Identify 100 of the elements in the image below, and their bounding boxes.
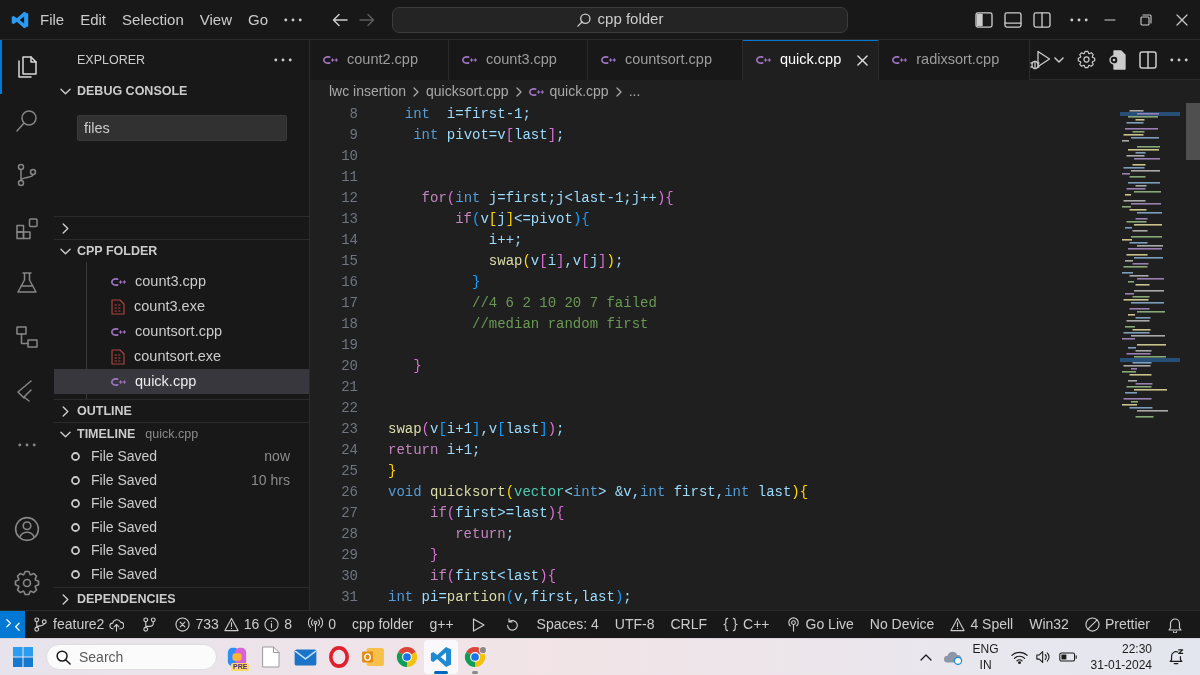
line-number: 25 (340, 462, 358, 481)
encoding-status[interactable]: UTF-8 (606, 611, 663, 638)
run-debug-button[interactable] (1030, 49, 1065, 70)
breadcrumb-item[interactable]: lwc insertion (329, 81, 407, 102)
taskbar-app-button[interactable] (424, 640, 458, 674)
file-tree-item[interactable]: countsort.cpp (54, 319, 309, 344)
binary-file-icon (111, 348, 125, 365)
timeline-entry-label[interactable]: File Saved (91, 446, 158, 468)
editor-tab[interactable]: count3.cpp (448, 40, 588, 80)
play-icon[interactable] (471, 617, 485, 632)
more-icon[interactable] (1070, 17, 1088, 22)
play-bug-icon (1030, 49, 1052, 70)
live-server-status[interactable]: Go Live (777, 611, 862, 638)
ports-status[interactable]: 0 (300, 611, 344, 638)
menu-item[interactable]: Edit (72, 7, 115, 32)
document-gear-icon[interactable] (1109, 49, 1127, 70)
settings-icon[interactable] (14, 570, 40, 596)
file-tree-item[interactable]: count3.exe (54, 294, 309, 319)
wifi-icon[interactable] (1010, 650, 1028, 664)
menu-item[interactable]: Selection (114, 7, 192, 32)
code-line: if(first>=last){ (430, 504, 565, 523)
timeline-entry-label[interactable]: File Saved (91, 540, 158, 562)
timeline-entry-label[interactable]: File Saved (91, 563, 158, 585)
speaker-icon[interactable] (1035, 650, 1051, 664)
timeline-entry-label[interactable]: File Saved (91, 469, 158, 491)
breadcrumb-item[interactable]: ... (628, 81, 641, 102)
file-tree-item[interactable]: count3.cpp (54, 269, 309, 294)
editor-tab[interactable]: countsort.cpp (587, 40, 743, 80)
line-number: 26 (340, 483, 358, 502)
extensions-icon (15, 217, 39, 241)
branch-status[interactable]: feature2 (25, 611, 133, 638)
spell-check-status[interactable]: 4 Spell (942, 611, 1022, 638)
problems-status[interactable]: 733 16 8 (167, 611, 301, 638)
file-tree-item[interactable]: quick.cpp (54, 369, 309, 394)
cloud-upload-icon (109, 617, 125, 632)
breadcrumb-item[interactable]: quicksort.cpp (426, 81, 509, 102)
scrollbar-thumb[interactable] (1186, 103, 1200, 160)
menu-item[interactable]: File (32, 7, 73, 32)
close-icon[interactable] (1176, 13, 1188, 26)
timeline-entry-label[interactable]: File Saved (91, 493, 158, 515)
file-tree-item[interactable]: countsort.exe (54, 344, 309, 369)
indentation-status[interactable]: Spaces: 4 (528, 611, 607, 638)
settings-icon[interactable] (1077, 50, 1097, 69)
formatter-status[interactable]: Prettier (1076, 611, 1158, 638)
more-icon[interactable] (18, 443, 36, 447)
c-plus-plus-icon (111, 327, 126, 336)
section-header[interactable]: DEPENDENCIES (54, 588, 176, 610)
restore-icon[interactable] (1140, 13, 1152, 26)
battery-icon[interactable] (1058, 652, 1077, 662)
command-center-search[interactable]: cpp folder (392, 6, 848, 33)
caret-icon (1054, 56, 1065, 63)
language-status[interactable]: C++ (715, 611, 778, 638)
breadcrumb-item[interactable]: quick.cpp (528, 81, 609, 102)
account-icon[interactable] (14, 516, 40, 542)
compiler-status[interactable]: g++ (421, 611, 462, 638)
editor-tab[interactable]: radixsort.cpp (879, 40, 1031, 80)
clock-button[interactable]: 22:30 31-01-2024 (1090, 641, 1152, 673)
taskbar-search-field[interactable]: Search (46, 644, 217, 670)
minimize-icon[interactable] (1104, 18, 1116, 21)
panel-layout-icon[interactable] (1004, 11, 1022, 28)
section-header[interactable]: DEBUG CONSOLE (54, 80, 188, 102)
platform-status[interactable]: Win32 (1021, 611, 1077, 638)
device-status[interactable]: No Device (861, 611, 943, 638)
error-icon (175, 617, 191, 632)
split-layout-icon[interactable] (1033, 11, 1051, 28)
section-header[interactable]: OUTLINE (54, 400, 132, 422)
menu-item[interactable]: View (191, 7, 240, 32)
code-line: int pi=partion(v,first,last); (388, 588, 632, 607)
editor-tab[interactable]: count2.cpp (310, 40, 449, 80)
chevron-up-icon[interactable] (919, 653, 932, 661)
line-number: 19 (340, 336, 358, 355)
input-language-button[interactable]: ENG IN (972, 641, 999, 673)
line-ending-status[interactable]: CRLF (662, 611, 716, 638)
back-arrow-icon[interactable] (332, 12, 348, 27)
filter-input[interactable]: files (77, 115, 287, 141)
section-header[interactable]: CPP FOLDER (54, 240, 158, 262)
code-line: } (472, 273, 481, 292)
menu-item[interactable]: Go (240, 7, 276, 32)
notification-bell-icon[interactable] (1168, 649, 1184, 665)
timeline-entry-label[interactable]: File Saved (91, 516, 158, 538)
c-plus-plus-icon (892, 56, 908, 64)
remote-button[interactable] (0, 611, 26, 638)
close-icon[interactable] (857, 54, 869, 66)
line-number: 11 (340, 168, 358, 187)
line-number: 16 (340, 273, 358, 292)
git-graph-icon[interactable] (142, 617, 158, 632)
bell-icon[interactable] (1168, 616, 1182, 633)
code-line: int i=first-1; (404, 105, 531, 124)
split-editor-icon[interactable] (1139, 50, 1158, 69)
section-header[interactable]: TIMELINE (54, 423, 136, 445)
circle-icon (71, 475, 80, 485)
more-icon[interactable] (274, 58, 292, 62)
c-plus-plus-icon (323, 56, 338, 64)
folder-status[interactable]: cpp folder (343, 611, 422, 638)
refresh-icon[interactable] (504, 617, 519, 632)
more-icon[interactable] (284, 17, 302, 22)
more-icon[interactable] (1170, 57, 1189, 62)
sidebar-layout-icon[interactable] (975, 11, 993, 28)
editor-tab[interactable]: quick.cpp (742, 40, 880, 80)
cloud-sync-icon[interactable] (942, 649, 963, 665)
